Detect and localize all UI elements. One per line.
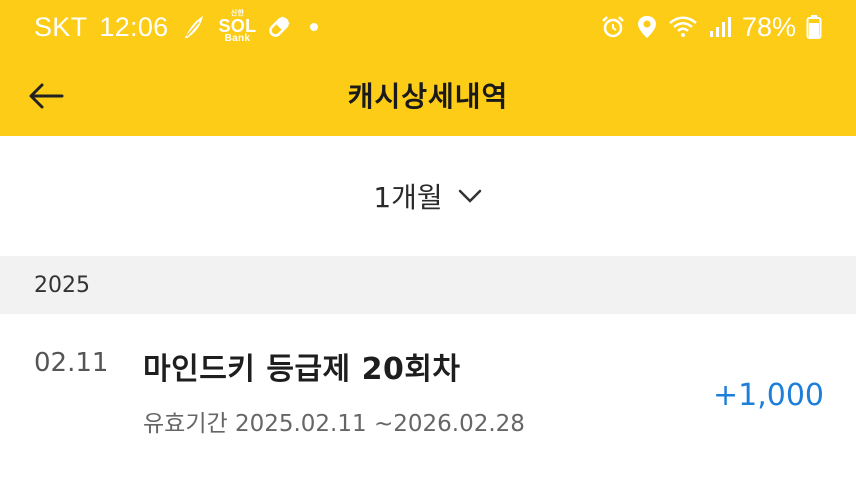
year-label: 2025	[34, 272, 90, 298]
wifi-icon	[668, 14, 698, 40]
carrier-label: SKT	[34, 11, 88, 42]
transaction-validity: 유효기간 2025.02.11 ~2026.02.28	[143, 411, 525, 437]
year-section-header: 2025	[0, 256, 856, 314]
sol-bank-icon: 신한 SOL Bank	[219, 10, 257, 44]
back-arrow-icon	[29, 83, 64, 109]
feather-app-icon	[179, 12, 209, 42]
battery-icon	[806, 14, 822, 40]
battery-percent: 78%	[741, 11, 796, 42]
location-icon	[636, 14, 658, 40]
period-filter-dropdown[interactable]: 1개월	[0, 136, 856, 256]
transaction-amount: +1,000	[712, 378, 824, 413]
status-bar: SKT 12:06 신한 SOL Bank 78%	[0, 0, 856, 54]
app-header: 캐시상세내역	[0, 54, 856, 136]
chevron-down-icon	[458, 189, 481, 203]
back-button[interactable]	[22, 72, 70, 120]
status-right: 78%	[600, 12, 822, 43]
clock: 12:06	[99, 11, 169, 42]
period-label: 1개월	[373, 181, 443, 214]
signal-icon	[708, 15, 732, 39]
status-left: SKT 12:06 신한 SOL Bank	[34, 10, 319, 44]
pill-icon	[266, 14, 292, 40]
transaction-title: 마인드키 등급제 20회차	[143, 352, 461, 387]
sol-main-label: SOL	[218, 16, 257, 36]
notification-dot-icon	[310, 23, 319, 31]
transaction-date: 02.11	[34, 348, 109, 378]
page-title: 캐시상세내역	[347, 80, 509, 113]
transaction-row[interactable]: 02.11 마인드키 등급제 20회차 유효기간 2025.02.11 ~202…	[0, 314, 856, 464]
sol-bottom-label: Bank	[224, 33, 251, 44]
alarm-icon	[600, 14, 626, 40]
